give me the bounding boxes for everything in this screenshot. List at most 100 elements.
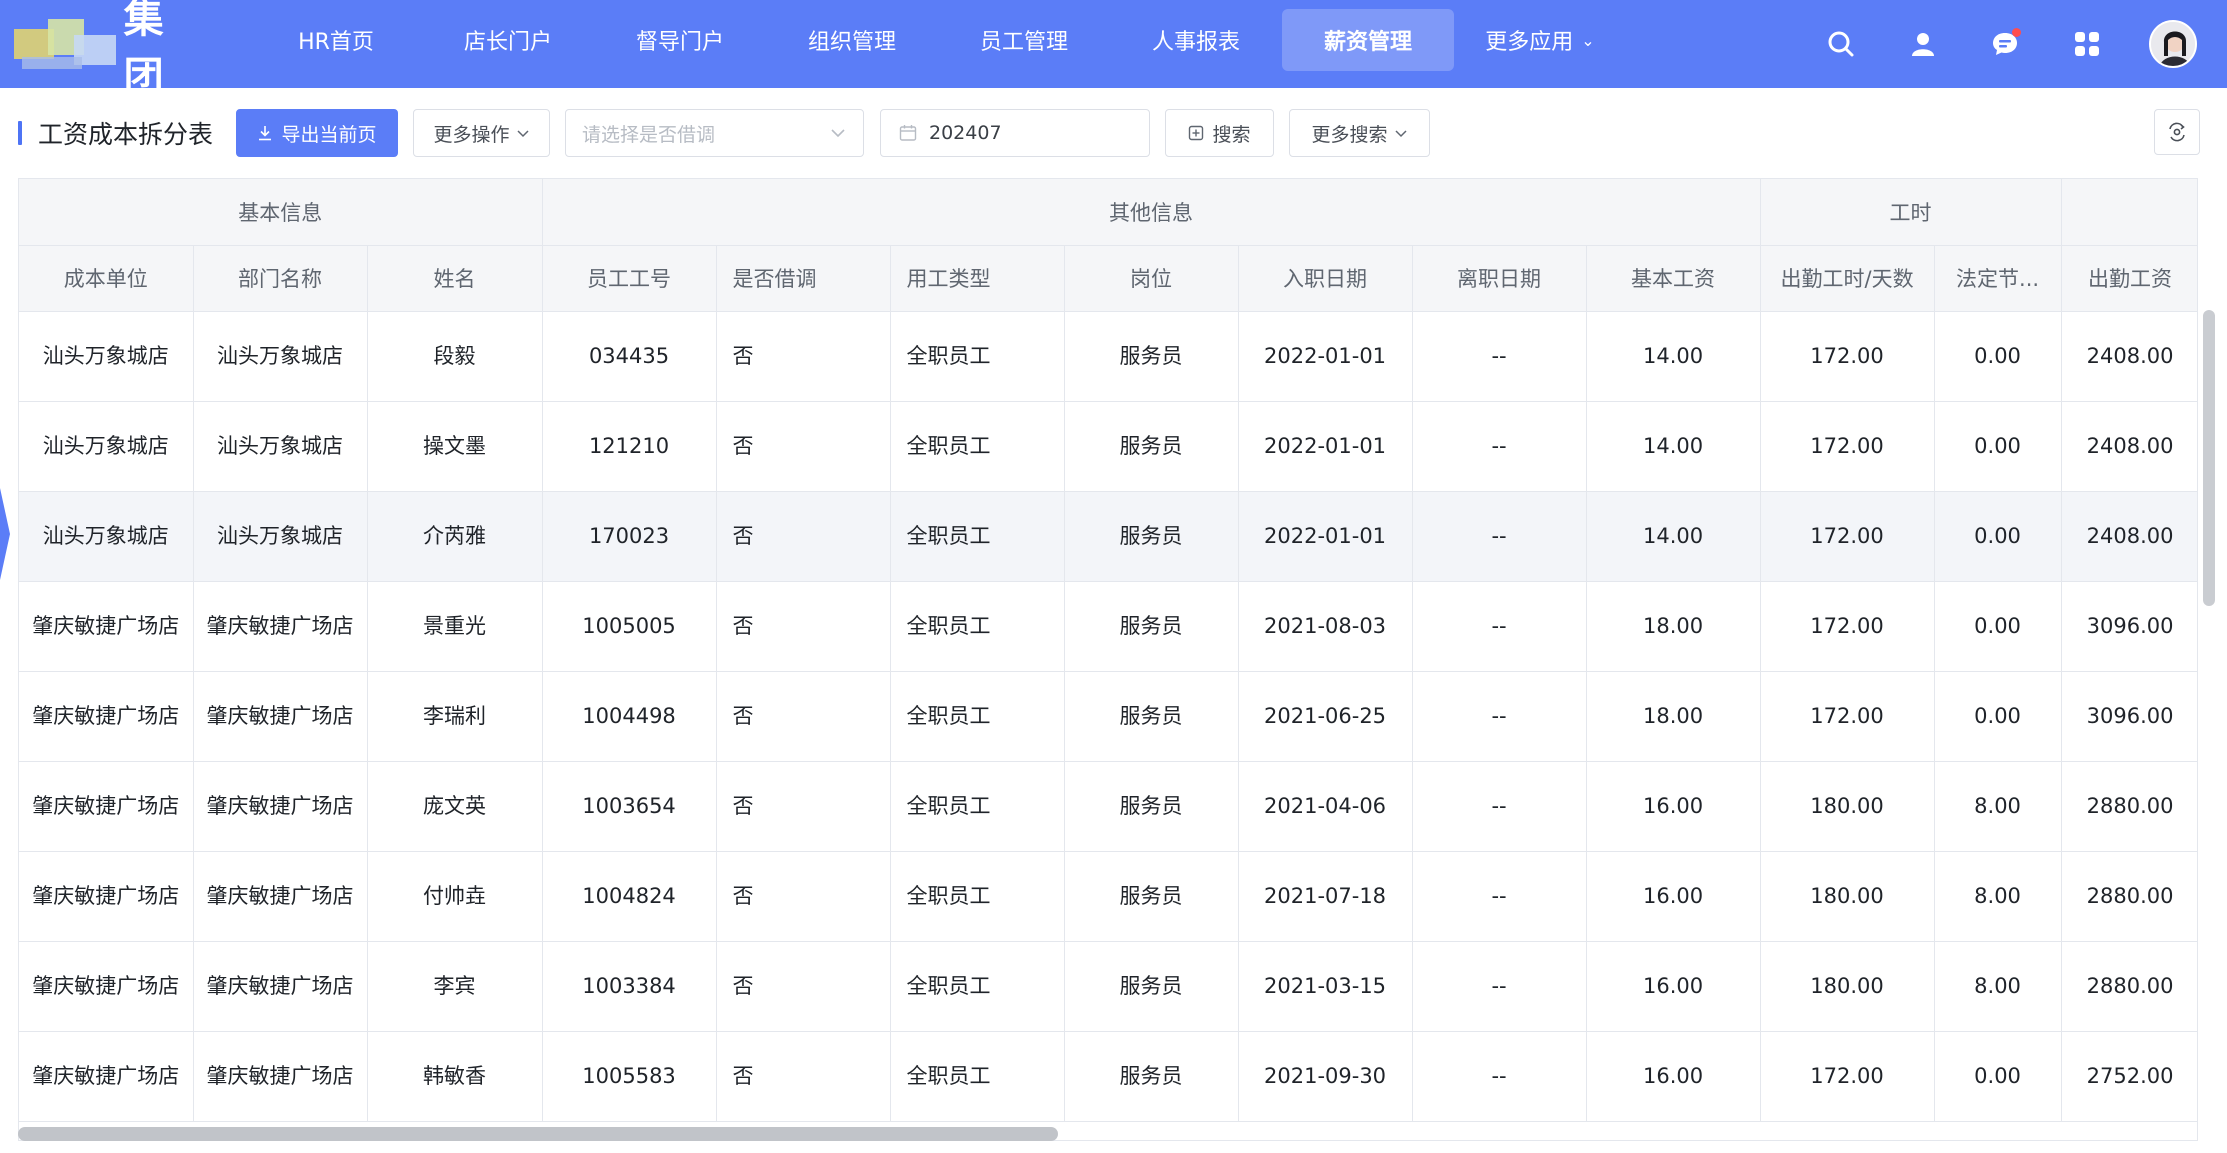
table-cell: 否 — [716, 311, 891, 402]
avatar[interactable] — [2149, 20, 2197, 68]
nav-item-1[interactable]: 店长门户 — [422, 9, 594, 71]
table-cell: 全职员工 — [890, 1031, 1065, 1122]
table-row[interactable]: 肇庆敏捷广场店 肇庆敏捷广场店 李瑞利 1004498 否全职员工 服务员 2021-06-… — [19, 671, 2197, 762]
nav-item-7[interactable]: 更多应用 ⌄ — [1454, 9, 1626, 71]
table-cell: 2022-01-01 — [1238, 401, 1413, 492]
nav-item-2[interactable]: 督导门户 — [594, 9, 766, 71]
nav-item-3[interactable]: 组织管理 — [766, 9, 938, 71]
nav-item-6[interactable]: 薪资管理 — [1282, 9, 1454, 71]
table-cell: 0.00 — [1934, 1031, 2062, 1122]
column-header[interactable]: 岗位 — [1064, 245, 1239, 312]
table-column-header-row: 成本单位 部门名称 姓名 员工工号 是否借调 用工类型 岗位 入职日期 离职日期 基本工资 出勤工时… — [19, 245, 2197, 312]
column-header[interactable]: 用工类型 — [890, 245, 1065, 312]
column-header[interactable]: 出勤工资 — [2061, 245, 2197, 312]
table-cell: 肇庆敏捷广场店 — [193, 851, 368, 942]
column-header[interactable]: 是否借调 — [716, 245, 891, 312]
column-header[interactable]: 出勤工时/天数 — [1760, 245, 1935, 312]
table-cell: 16.00 — [1586, 941, 1761, 1032]
table-cell: 汕头万象城店 — [19, 401, 194, 492]
table-cell: 2408.00 — [2061, 311, 2197, 402]
nav-item-5[interactable]: 人事报表 — [1110, 9, 1282, 71]
table-cell: 服务员 — [1064, 311, 1239, 402]
nav-item-0[interactable]: HR首页 — [250, 9, 422, 71]
column-header[interactable]: 入职日期 — [1238, 245, 1413, 312]
table-cell: 汕头万象城店 — [19, 311, 194, 402]
message-icon[interactable] — [1985, 24, 2025, 64]
export-current-page-button[interactable]: 导出当前页 — [236, 109, 398, 157]
table-cell: 180.00 — [1760, 851, 1935, 942]
nav-right-actions — [1821, 0, 2227, 88]
horizontal-scrollbar[interactable] — [18, 1127, 1058, 1141]
user-icon[interactable] — [1903, 24, 1943, 64]
table-cell: 2021-07-18 — [1238, 851, 1413, 942]
nav-item-4[interactable]: 员工管理 — [938, 9, 1110, 71]
search-button[interactable]: 搜索 — [1165, 109, 1274, 157]
more-search-label: 更多搜索 — [1311, 123, 1388, 146]
table-cell: 汕头万象城店 — [193, 401, 368, 492]
table-cell: -- — [1412, 401, 1587, 492]
table-cell: 8.00 — [1934, 761, 2062, 852]
chevron-down-icon — [1394, 130, 1407, 138]
calendar-icon — [899, 125, 917, 141]
table-cell: 16.00 — [1586, 1031, 1761, 1122]
column-header[interactable]: 部门名称 — [193, 245, 368, 312]
table-row[interactable]: 汕头万象城店 汕头万象城店 介芮雅 170023 否全职员工 服务员 2022-01-01-… — [19, 491, 2197, 582]
table-cell: 肇庆敏捷广场店 — [19, 1031, 194, 1122]
nav-item-label: 更多应用 — [1485, 30, 1574, 55]
more-search-button[interactable]: 更多搜索 — [1289, 109, 1430, 157]
table-cell: 否 — [716, 941, 891, 1032]
borrow-select[interactable]: 请选择是否借调 — [565, 109, 864, 157]
column-header[interactable]: 法定节... — [1934, 245, 2062, 312]
table-row[interactable]: 肇庆敏捷广场店 肇庆敏捷广场店 付帅垚 1004824 否全职员工 服务员 2021-07-… — [19, 851, 2197, 942]
table-cell: 2021-04-06 — [1238, 761, 1413, 852]
nav-item-label: 店长门户 — [463, 30, 552, 55]
table-cell: 14.00 — [1586, 311, 1761, 402]
table-cell: 2021-08-03 — [1238, 581, 1413, 672]
chevron-down-icon — [516, 130, 529, 138]
vertical-scrollbar[interactable] — [2203, 310, 2215, 606]
table-cell: 1003384 — [542, 941, 717, 1032]
table-cell: 付帅垚 — [367, 851, 543, 942]
table-row[interactable]: 肇庆敏捷广场店 肇庆敏捷广场店 庞文英 1003654 否全职员工 服务员 2021-04-… — [19, 761, 2197, 852]
table-cell: 2880.00 — [2061, 941, 2197, 1032]
table-row[interactable]: 肇庆敏捷广场店 肇庆敏捷广场店 李宾 1003384 否全职员工 服务员 2021-03-1… — [19, 941, 2197, 1032]
column-header[interactable]: 离职日期 — [1412, 245, 1587, 312]
table-cell: 034435 — [542, 311, 717, 402]
table-row[interactable]: 汕头万象城店 汕头万象城店 段毅 034435 否全职员工 服务员 2022-01-01 --… — [19, 311, 2197, 402]
table-cell: 服务员 — [1064, 851, 1239, 942]
table-cell: 全职员工 — [890, 311, 1065, 402]
column-settings-button[interactable] — [2154, 109, 2200, 155]
table-row[interactable]: 汕头万象城店 汕头万象城店 操文墨 121210 否全职员工 服务员 2022-01-01-… — [19, 401, 2197, 492]
column-header[interactable]: 成本单位 — [19, 245, 194, 312]
table-cell: 服务员 — [1064, 671, 1239, 762]
search-icon[interactable] — [1821, 24, 1861, 64]
column-header[interactable]: 基本工资 — [1586, 245, 1761, 312]
month-picker[interactable]: 202407 — [880, 109, 1150, 157]
table-cell: 172.00 — [1760, 311, 1935, 402]
table-cell: 16.00 — [1586, 761, 1761, 852]
table-cell: 8.00 — [1934, 941, 2062, 1032]
company-logo[interactable]: 集团 — [14, 0, 204, 100]
table-row[interactable]: 肇庆敏捷广场店 肇庆敏捷广场店 景重光 1005005 否全职员工 服务员 2021-08-… — [19, 581, 2197, 672]
table-cell: 18.00 — [1586, 671, 1761, 762]
column-header[interactable]: 姓名 — [367, 245, 543, 312]
table-cell: 172.00 — [1760, 1031, 1935, 1122]
apps-grid-icon[interactable] — [2067, 24, 2107, 64]
column-header[interactable]: 员工工号 — [542, 245, 717, 312]
table-row[interactable]: 肇庆敏捷广场店 肇庆敏捷广场店 韩敏香 1005583 否全职员工 服务员 2021-09-… — [19, 1031, 2197, 1122]
chevron-down-icon — [831, 129, 845, 138]
sidebar-collapse-handle[interactable] — [0, 488, 10, 580]
table-cell: 汕头万象城店 — [193, 311, 368, 402]
more-actions-button[interactable]: 更多操作 — [413, 109, 550, 157]
table-cell: 2752.00 — [2061, 1031, 2197, 1122]
table-cell: -- — [1412, 581, 1587, 672]
nav-item-label: 组织管理 — [807, 30, 896, 55]
table-cell: 2408.00 — [2061, 401, 2197, 492]
table-cell: 否 — [716, 491, 891, 582]
table-cell: 2880.00 — [2061, 761, 2197, 852]
notification-dot — [2012, 28, 2021, 37]
table-cell: 否 — [716, 761, 891, 852]
table-cell: 汕头万象城店 — [193, 491, 368, 582]
table-cell: 景重光 — [367, 581, 543, 672]
logo-mark — [14, 17, 116, 71]
